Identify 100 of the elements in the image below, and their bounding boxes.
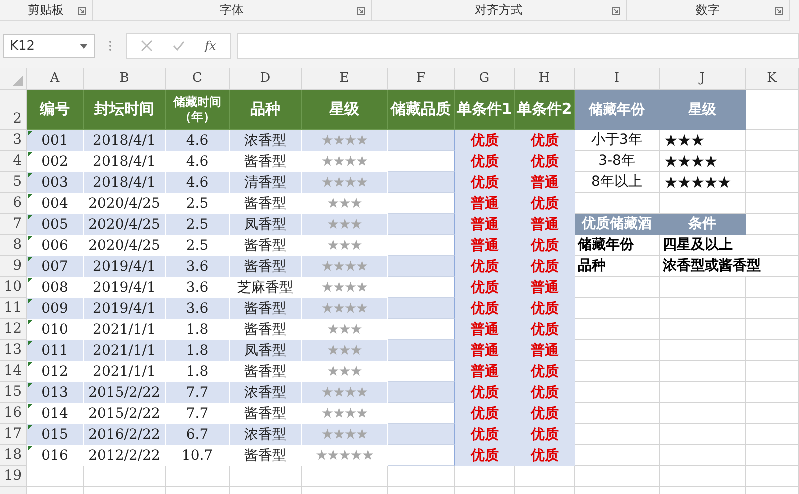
check-icon[interactable] bbox=[173, 40, 185, 52]
table-cell: 浓香型 bbox=[230, 382, 302, 403]
column-header[interactable]: H bbox=[515, 68, 575, 90]
table-cell: 6.7 bbox=[166, 424, 230, 445]
table-cell: ★★★★ bbox=[302, 382, 388, 403]
table-cell: 优质 bbox=[515, 130, 575, 151]
table-cell: 小于3年 bbox=[575, 130, 660, 151]
table-cell: 002 bbox=[42, 154, 68, 170]
table-cell: 2016/2/22 bbox=[84, 424, 166, 445]
column-header[interactable]: B bbox=[84, 68, 166, 90]
table-cell bbox=[388, 466, 455, 487]
table-cell bbox=[27, 466, 84, 487]
error-indicator-icon bbox=[28, 299, 33, 304]
formula-input[interactable] bbox=[237, 33, 799, 59]
dialog-launcher-icon[interactable] bbox=[78, 7, 86, 15]
name-box[interactable]: K12 bbox=[3, 34, 95, 58]
row-number[interactable]: 11 bbox=[0, 298, 27, 319]
column-header[interactable]: A bbox=[27, 68, 84, 90]
table-cell bbox=[746, 424, 799, 445]
header-cell: 储藏时间（年） bbox=[166, 90, 230, 130]
table-cell bbox=[388, 214, 455, 235]
row-number[interactable]: 16 bbox=[0, 403, 27, 424]
column-header[interactable]: F bbox=[388, 68, 455, 90]
row-number[interactable]: 6 bbox=[0, 193, 27, 214]
dialog-launcher-icon[interactable] bbox=[612, 7, 620, 15]
dialog-launcher-icon[interactable] bbox=[357, 7, 365, 15]
row-number[interactable]: 17 bbox=[0, 424, 27, 445]
table-cell bbox=[388, 424, 455, 445]
row-number[interactable]: 7 bbox=[0, 214, 27, 235]
table-cell: 3.6 bbox=[166, 298, 230, 319]
table-cell: 2.5 bbox=[166, 214, 230, 235]
column-header[interactable]: D bbox=[230, 68, 302, 90]
table-cell: 优质 bbox=[455, 445, 515, 466]
error-indicator-icon bbox=[28, 257, 33, 262]
table-cell bbox=[746, 130, 799, 151]
table-cell: 2019/4/1 bbox=[84, 298, 166, 319]
row-number[interactable]: 5 bbox=[0, 172, 27, 193]
table-cell: 酱香型 bbox=[230, 256, 302, 277]
table-cell: 酱香型 bbox=[230, 298, 302, 319]
table-cell: 10.7 bbox=[166, 445, 230, 466]
table-cell: 优质 bbox=[455, 298, 515, 319]
row-number[interactable]: 12 bbox=[0, 319, 27, 340]
row-number[interactable]: 18 bbox=[0, 445, 27, 466]
table-cell bbox=[388, 130, 455, 151]
row-number[interactable]: 13 bbox=[0, 340, 27, 361]
table-cell: 清香型 bbox=[230, 172, 302, 193]
table-cell: ★★★★★ bbox=[302, 445, 388, 466]
table-cell: 优质 bbox=[515, 424, 575, 445]
table-cell: 007 bbox=[42, 258, 68, 274]
table-cell: 2021/1/1 bbox=[84, 340, 166, 361]
column-header[interactable]: E bbox=[302, 68, 388, 90]
row-number[interactable]: 15 bbox=[0, 382, 27, 403]
table-cell: 1.8 bbox=[166, 340, 230, 361]
table-cell: 2018/4/1 bbox=[84, 130, 166, 151]
cancel-icon[interactable] bbox=[141, 40, 153, 52]
table-cell bbox=[746, 298, 799, 319]
row-number[interactable]: 3 bbox=[0, 130, 27, 151]
column-header[interactable]: C bbox=[166, 68, 230, 90]
row-number[interactable]: 2 bbox=[0, 90, 27, 130]
table-cell bbox=[746, 382, 799, 403]
error-indicator-icon bbox=[28, 383, 33, 388]
table-cell bbox=[746, 403, 799, 424]
drag-handle-icon[interactable] bbox=[109, 40, 112, 52]
table-cell: 优质 bbox=[515, 235, 575, 256]
table-cell: 储藏年份 bbox=[575, 235, 660, 256]
table-cell: 浓香型或酱香型 bbox=[660, 256, 799, 277]
header-cell: 储藏年份 bbox=[575, 90, 660, 130]
column-header[interactable]: J bbox=[660, 68, 746, 90]
row-number[interactable]: 19 bbox=[0, 466, 27, 487]
column-header[interactable]: K bbox=[746, 68, 799, 90]
column-header[interactable]: I bbox=[575, 68, 660, 90]
header-cell: 封坛时间 bbox=[84, 90, 166, 130]
table-cell: 普通 bbox=[455, 361, 515, 382]
row-number[interactable]: 8 bbox=[0, 235, 27, 256]
table-cell: 浓香型 bbox=[230, 130, 302, 151]
table-cell: 普通 bbox=[455, 319, 515, 340]
header-cell: 品种 bbox=[230, 90, 302, 130]
header-cell: 单条件1 bbox=[455, 90, 515, 130]
column-header[interactable]: G bbox=[455, 68, 515, 90]
row-number[interactable]: 4 bbox=[0, 151, 27, 172]
table-cell: 4.6 bbox=[166, 172, 230, 193]
select-all-button[interactable] bbox=[0, 68, 27, 90]
table-cell bbox=[388, 340, 455, 361]
table-cell: ★★★★ bbox=[302, 424, 388, 445]
table-cell bbox=[746, 319, 799, 340]
row-number[interactable]: 10 bbox=[0, 277, 27, 298]
table-cell: 7.7 bbox=[166, 382, 230, 403]
row-number[interactable]: 9 bbox=[0, 256, 27, 277]
table-cell: 3.6 bbox=[166, 256, 230, 277]
table-cell: 2020/4/25 bbox=[84, 214, 166, 235]
table-cell: 优质 bbox=[455, 130, 515, 151]
table-cell: 优质 bbox=[515, 193, 575, 214]
table-cell: 优质 bbox=[455, 151, 515, 172]
table-cell: 普通 bbox=[515, 277, 575, 298]
table-cell bbox=[388, 172, 455, 193]
dialog-launcher-icon[interactable] bbox=[775, 7, 783, 15]
row-number[interactable]: 14 bbox=[0, 361, 27, 382]
insert-function-button[interactable]: fx bbox=[205, 39, 216, 53]
table-cell: 酱香型 bbox=[230, 445, 302, 466]
table-cell: 优质 bbox=[455, 256, 515, 277]
